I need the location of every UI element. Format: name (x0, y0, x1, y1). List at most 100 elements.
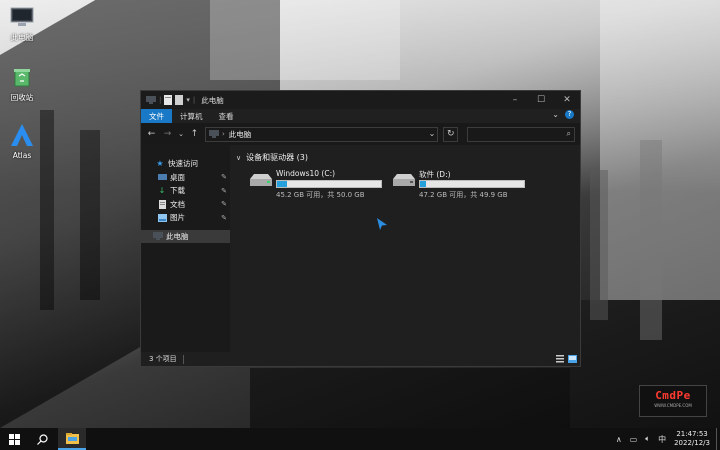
show-hidden-icons-icon[interactable]: ∧ (616, 435, 622, 444)
tab-view[interactable]: 查看 (211, 109, 242, 123)
desktop-icon-recycle-bin[interactable]: 回收站 (0, 66, 44, 103)
drive-usage-bar (276, 180, 382, 188)
file-explorer-window: | ▾ | 此电脑 – ☐ ✕ 文件 计算机 查看 ⌄ ? ← → ⌄ ↑ › … (140, 90, 581, 367)
search-icon: ⌕ (566, 128, 571, 138)
quick-access-toolbar: | ▾ | (146, 95, 195, 105)
drive-free-space: 45.2 GB 可用，共 50.0 GB (276, 191, 365, 199)
up-button[interactable]: ↑ (189, 127, 200, 141)
pin-icon: ✎ (221, 213, 227, 222)
back-button[interactable]: ← (146, 127, 157, 141)
search-icon (36, 433, 48, 445)
nav-item-desktop[interactable]: 桌面 ✎ (141, 171, 230, 185)
documents-icon (157, 199, 167, 209)
desktop-icon-atlas[interactable]: Atlas (0, 123, 44, 160)
download-icon: ↓ (158, 186, 166, 196)
new-folder-icon[interactable] (175, 95, 184, 105)
drive-name: 软件 (D:) (419, 170, 451, 179)
tab-computer[interactable]: 计算机 (172, 109, 211, 123)
close-button[interactable]: ✕ (554, 91, 580, 109)
drive-free-space: 47.2 GB 可用，共 49.9 GB (419, 191, 508, 199)
ime-indicator[interactable]: 中 (658, 434, 666, 445)
network-icon[interactable]: ▭ (630, 435, 638, 444)
volume-icon[interactable]: 🔈︎ (645, 434, 650, 444)
group-title: 设备和驱动器 (3) (246, 153, 308, 162)
taskbar-file-explorer[interactable] (58, 428, 86, 450)
group-header[interactable]: ∨ 设备和驱动器 (3) (236, 152, 574, 163)
pin-icon: ✎ (221, 173, 227, 182)
nav-quick-access[interactable]: ★ 快速访问 (141, 157, 230, 171)
status-divider (182, 354, 184, 364)
breadcrumb-chevron-icon[interactable]: › (222, 130, 225, 138)
this-pc-small-icon (208, 130, 219, 138)
show-desktop-button[interactable] (716, 428, 720, 450)
file-explorer-icon (65, 432, 79, 444)
search-input[interactable]: ⌕ (467, 126, 575, 142)
properties-icon[interactable] (164, 95, 173, 105)
clock[interactable]: 21:47:53 2022/12/3 (674, 430, 710, 448)
nav-label: 下载 (170, 186, 185, 196)
pictures-icon (157, 213, 167, 222)
nav-item-documents[interactable]: 文档 ✎ (141, 198, 230, 212)
nav-label: 文档 (170, 199, 185, 209)
window-controls: – ☐ ✕ (502, 91, 580, 109)
nav-label: 此电脑 (166, 231, 189, 241)
clock-time: 21:47:53 (676, 430, 708, 438)
system-tray: ∧ ▭ 🔈︎ 中 21:47:53 2022/12/3 (612, 428, 720, 450)
cmdpe-watermark-logo: CmdPe WWW.CMDPE.COM (639, 385, 707, 417)
drive-usage-fill (277, 181, 287, 187)
details-view-icon[interactable] (556, 355, 564, 363)
hard-drive-icon (393, 174, 415, 186)
drive-item-d[interactable]: 软件 (D:) 47.2 GB 可用，共 49.9 GB (391, 169, 525, 200)
nav-label: 图片 (170, 213, 185, 223)
help-icon[interactable]: ? (565, 110, 574, 119)
view-toggle (556, 355, 577, 363)
nav-item-pictures[interactable]: 图片 ✎ (141, 211, 230, 225)
recycle-bin-icon (14, 69, 30, 87)
pin-icon: ✎ (221, 200, 227, 209)
desktop-folder-icon (157, 173, 167, 181)
drive-item-c[interactable]: Windows10 (C:) 45.2 GB 可用，共 50.0 GB (248, 169, 382, 200)
window-title: 此电脑 (201, 95, 224, 105)
toolbar-divider: | (192, 96, 196, 104)
content-pane: ∨ 设备和驱动器 (3) Windows10 (C:) 45.2 GB 可用，共… (230, 145, 580, 352)
item-count: 3 个项目 (149, 355, 177, 363)
toolbar-divider: | (159, 96, 162, 104)
navigation-pane: ★ 快速访问 桌面 ✎ ↓ 下载 ✎ 文档 ✎ 图片 ✎ 此电脑 (141, 145, 230, 352)
watermark-url: WWW.CMDPE.COM (654, 403, 692, 408)
chevron-down-icon: ∨ (236, 153, 242, 162)
monitor-icon (10, 7, 34, 26)
expand-ribbon-icon[interactable]: ⌄ (552, 110, 559, 119)
customize-toolbar-icon[interactable]: ▾ (186, 96, 190, 104)
breadcrumb[interactable]: 此电脑 (229, 129, 252, 140)
nav-label: 桌面 (170, 172, 185, 182)
nav-item-this-pc[interactable]: 此电脑 (141, 229, 230, 243)
status-bar: 3 个项目 (141, 352, 580, 366)
address-bar[interactable]: › 此电脑 ⌄ (204, 126, 439, 142)
this-pc-small-icon (146, 96, 156, 104)
desktop-icon-this-pc[interactable]: 此电脑 (0, 5, 44, 43)
desktop-icon-label: 回收站 (10, 93, 34, 102)
minimize-button[interactable]: – (502, 91, 528, 109)
navigation-bar: ← → ⌄ ↑ › 此电脑 ⌄ ↻ ⌕ (141, 123, 580, 145)
hard-drive-icon (250, 174, 272, 186)
desktop-icon-label: 此电脑 (10, 33, 34, 42)
clock-date: 2022/12/3 (674, 439, 710, 447)
nav-item-downloads[interactable]: ↓ 下载 ✎ (141, 184, 230, 198)
title-bar[interactable]: | ▾ | 此电脑 – ☐ ✕ (141, 91, 580, 109)
nav-label: 快速访问 (168, 159, 198, 169)
recent-locations-button[interactable]: ⌄ (178, 127, 184, 141)
atlas-logo-icon (11, 124, 33, 146)
start-button[interactable] (0, 428, 28, 450)
drive-usage-fill (420, 181, 426, 187)
address-dropdown-icon[interactable]: ⌄ (429, 129, 436, 138)
explorer-body: ★ 快速访问 桌面 ✎ ↓ 下载 ✎ 文档 ✎ 图片 ✎ 此电脑 ∨ 设备和驱动… (141, 145, 580, 352)
desktop-icon-label: Atlas (12, 151, 32, 160)
search-button[interactable] (28, 428, 56, 450)
tab-file[interactable]: 文件 (141, 109, 172, 123)
large-icons-view-icon[interactable] (568, 355, 577, 363)
forward-button[interactable]: → (162, 127, 173, 141)
refresh-button[interactable]: ↻ (443, 126, 459, 142)
maximize-button[interactable]: ☐ (528, 91, 554, 109)
ribbon-tabs: 文件 计算机 查看 ⌄ ? (141, 109, 580, 123)
drive-usage-bar (419, 180, 525, 188)
